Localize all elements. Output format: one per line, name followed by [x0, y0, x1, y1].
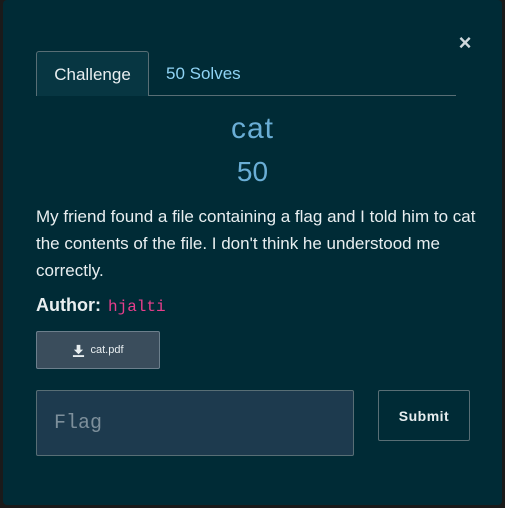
- author-label: Author:: [36, 295, 101, 315]
- tab-solves[interactable]: 50 Solves: [166, 51, 241, 95]
- author-name: hjalti: [108, 298, 166, 316]
- challenge-tabs: Challenge 50 Solves: [36, 51, 456, 96]
- file-name: cat.pdf: [90, 344, 124, 356]
- flag-input[interactable]: [36, 390, 354, 456]
- challenge-modal: × Challenge 50 Solves cat 50 My friend f…: [3, 0, 502, 505]
- challenge-name: cat: [230, 112, 275, 145]
- download-icon: [73, 344, 85, 357]
- challenge-description: My friend found a file containing a flag…: [36, 207, 476, 280]
- challenge-points: 50: [236, 156, 269, 187]
- tab-challenge[interactable]: Challenge: [36, 51, 149, 96]
- close-icon[interactable]: ×: [454, 30, 476, 56]
- submit-button[interactable]: Submit: [378, 390, 470, 441]
- author-line: Author: hjalti: [36, 295, 166, 316]
- file-download-button[interactable]: cat.pdf: [36, 331, 160, 369]
